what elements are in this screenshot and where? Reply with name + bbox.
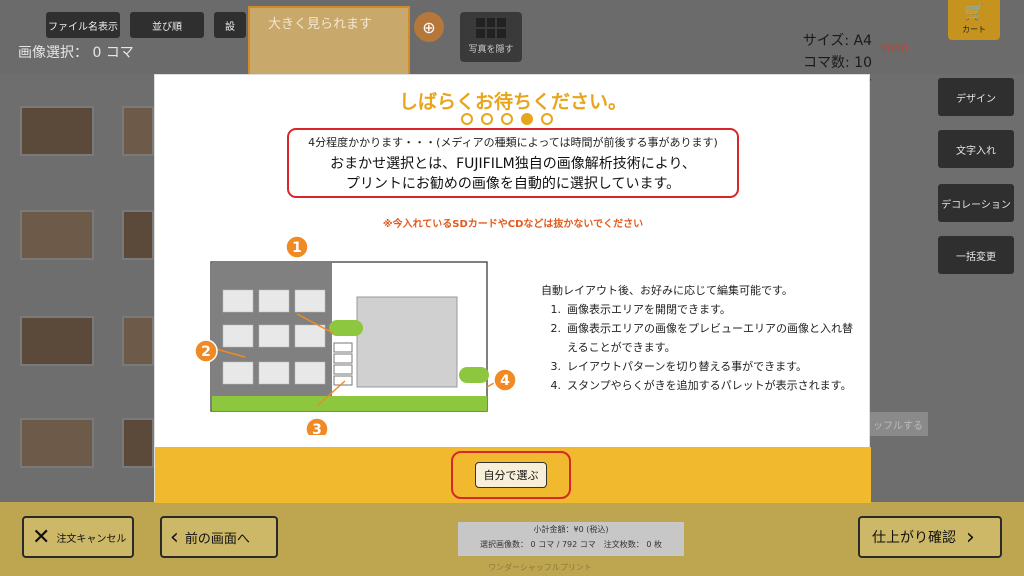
description-line: プリントにお勧めの画像を自動的に選択しています。 bbox=[345, 176, 681, 192]
step-number: 3. bbox=[550, 360, 562, 373]
dialog-title: しばらくお待ちください。 bbox=[398, 91, 627, 113]
grid-icon bbox=[476, 18, 506, 38]
diagram-preview-area bbox=[356, 296, 458, 388]
instruction-step: 2. 画像表示エリアの画像をプレビューエリアの画像と入れ替えることができます。 bbox=[541, 319, 861, 357]
hide-photos-button[interactable]: 写真を隠す bbox=[460, 12, 522, 62]
paper-size: サイズ: A4 bbox=[802, 33, 872, 49]
step-text: 画像表示エリアの画像をプレビューエリアの画像と入れ替えることができます。 bbox=[567, 322, 853, 354]
instruction-step: 1. 画像表示エリアを開閉できます。 bbox=[541, 300, 861, 319]
diagram-marker-label: 2 bbox=[201, 344, 211, 360]
instructions-intro: 自動レイアウト後、お好みに応じて編集可能です。 bbox=[541, 284, 793, 297]
edit-instructions: 自動レイアウト後、お好みに応じて編集可能です。 1. 画像表示エリアを開閉できます… bbox=[541, 281, 861, 395]
order-price: ¥880 bbox=[880, 42, 908, 55]
description-line: おまかせ選択とは、FUJIFILM独自の画像解析技術により、 bbox=[330, 156, 696, 172]
step-text: 画像表示エリアを開閉できます。 bbox=[567, 303, 731, 316]
subtotal-panel: 小計金額：¥0 (税込) 選択画像数： 0 コマ / 792 コマ 注文枚数： … bbox=[458, 522, 684, 556]
progress-dot bbox=[521, 113, 533, 125]
chevron-right-icon: › bbox=[966, 524, 975, 550]
finish-confirm-label: 仕上がり確認 bbox=[872, 530, 956, 546]
layout-diagram: 1 2 3 4 bbox=[194, 235, 517, 435]
image-selection-count: 画像選択： 0 コマ bbox=[18, 45, 134, 61]
decoration-button[interactable]: デコレーション bbox=[938, 184, 1014, 222]
close-icon: ✕ bbox=[32, 524, 51, 550]
diagram-palette-handle bbox=[459, 367, 489, 383]
progress-dot bbox=[501, 113, 513, 125]
instructions-list: 1. 画像表示エリアを開閉できます。 2. 画像表示エリアの画像をプレビューエリアの画… bbox=[541, 300, 861, 395]
cart-label: カート bbox=[962, 25, 986, 34]
subtotal-amount: 小計金額：¥0 (税込) bbox=[533, 525, 609, 534]
selected-image-count: 選択画像数： 0 コマ / 792 コマ 注文枚数： 0 枚 bbox=[480, 540, 662, 549]
back-label: 前の画面へ bbox=[184, 531, 250, 547]
cart-icon: 🛒 bbox=[964, 2, 984, 21]
chevron-left-icon: ‹ bbox=[170, 524, 179, 550]
diagram-marker-label: 3 bbox=[312, 422, 322, 435]
step-number: 1. bbox=[550, 303, 562, 316]
hide-photos-label: 写真を隠す bbox=[468, 45, 514, 55]
zoom-in-icon[interactable]: ⊕ bbox=[414, 12, 444, 42]
step-number: 4. bbox=[550, 379, 562, 392]
diagram-thumbnails bbox=[222, 289, 326, 385]
sort-order-button[interactable]: 並び順 bbox=[130, 12, 204, 38]
diagram-toggle-handle bbox=[329, 320, 363, 336]
footer-note: ワンダーシャッフルプリント bbox=[488, 563, 592, 572]
step-text: レイアウトパターンを切り替える事ができます。 bbox=[567, 360, 808, 373]
text-entry-button[interactable]: 文字入れ bbox=[938, 130, 1014, 168]
step-number: 2. bbox=[550, 322, 562, 335]
self-select-button[interactable]: 自分で選ぶ bbox=[475, 462, 547, 488]
diagram-marker-label: 1 bbox=[292, 240, 302, 256]
photo-thumbnail[interactable] bbox=[20, 210, 94, 260]
instruction-step: 4. スタンプやらくがきを追加するパレットが表示されます。 bbox=[541, 376, 861, 395]
bulk-change-button[interactable]: 一括変更 bbox=[938, 236, 1014, 274]
self-select-highlight: 自分で選ぶ bbox=[451, 451, 571, 499]
cart-button[interactable]: 🛒 カート bbox=[948, 0, 1000, 40]
design-button[interactable]: デザイン bbox=[938, 78, 1014, 116]
photo-thumbnail[interactable] bbox=[20, 418, 94, 468]
auto-select-message: 4分程度かかります・・・(メディアの種類によっては時間が前後する事があります) … bbox=[287, 128, 739, 198]
wait-dialog: しばらくお待ちください。 4分程度かかります・・・(メディアの種類によっては時間… bbox=[154, 74, 871, 503]
back-button[interactable]: ‹ 前の画面へ bbox=[160, 516, 278, 558]
wait-time-note: 4分程度かかります・・・(メディアの種類によっては時間が前後する事があります) bbox=[308, 136, 718, 149]
settings-button[interactable]: 設 bbox=[214, 12, 246, 38]
step-text: スタンプやらくがきを追加するパレットが表示されます。 bbox=[567, 379, 852, 392]
progress-dot bbox=[461, 113, 473, 125]
progress-dot bbox=[541, 113, 553, 125]
finish-confirm-button[interactable]: 仕上がり確認 › bbox=[858, 516, 1002, 558]
file-name-display-button[interactable]: ファイル名表示 bbox=[46, 12, 120, 38]
progress-dots bbox=[461, 113, 553, 125]
photo-thumbnail[interactable] bbox=[122, 106, 154, 156]
photo-thumbnail[interactable] bbox=[122, 210, 154, 260]
progress-dot bbox=[481, 113, 493, 125]
diagram-marker-label: 4 bbox=[500, 373, 510, 389]
photo-thumbnail[interactable] bbox=[20, 106, 94, 156]
auto-select-description: おまかせ選択とは、FUJIFILM独自の画像解析技術により、 プリントにお勧めの… bbox=[289, 154, 737, 194]
photo-thumbnail[interactable] bbox=[122, 418, 154, 468]
photo-thumbnail[interactable] bbox=[20, 316, 94, 366]
cancel-order-button[interactable]: ✕ 注文キャンセル bbox=[22, 516, 134, 558]
photo-thumbnail[interactable] bbox=[122, 316, 154, 366]
dialog-footer: 自分で選ぶ bbox=[155, 447, 871, 503]
cancel-order-label: 注文キャンセル bbox=[56, 533, 127, 545]
preview-banner[interactable]: 大きく見られます bbox=[248, 6, 410, 80]
shuffle-button[interactable]: ッフルする bbox=[868, 412, 928, 436]
diagram-bottom-bar bbox=[212, 396, 487, 411]
preview-banner-title: 大きく見られます bbox=[268, 17, 373, 32]
instruction-step: 3. レイアウトパターンを切り替える事ができます。 bbox=[541, 357, 861, 376]
